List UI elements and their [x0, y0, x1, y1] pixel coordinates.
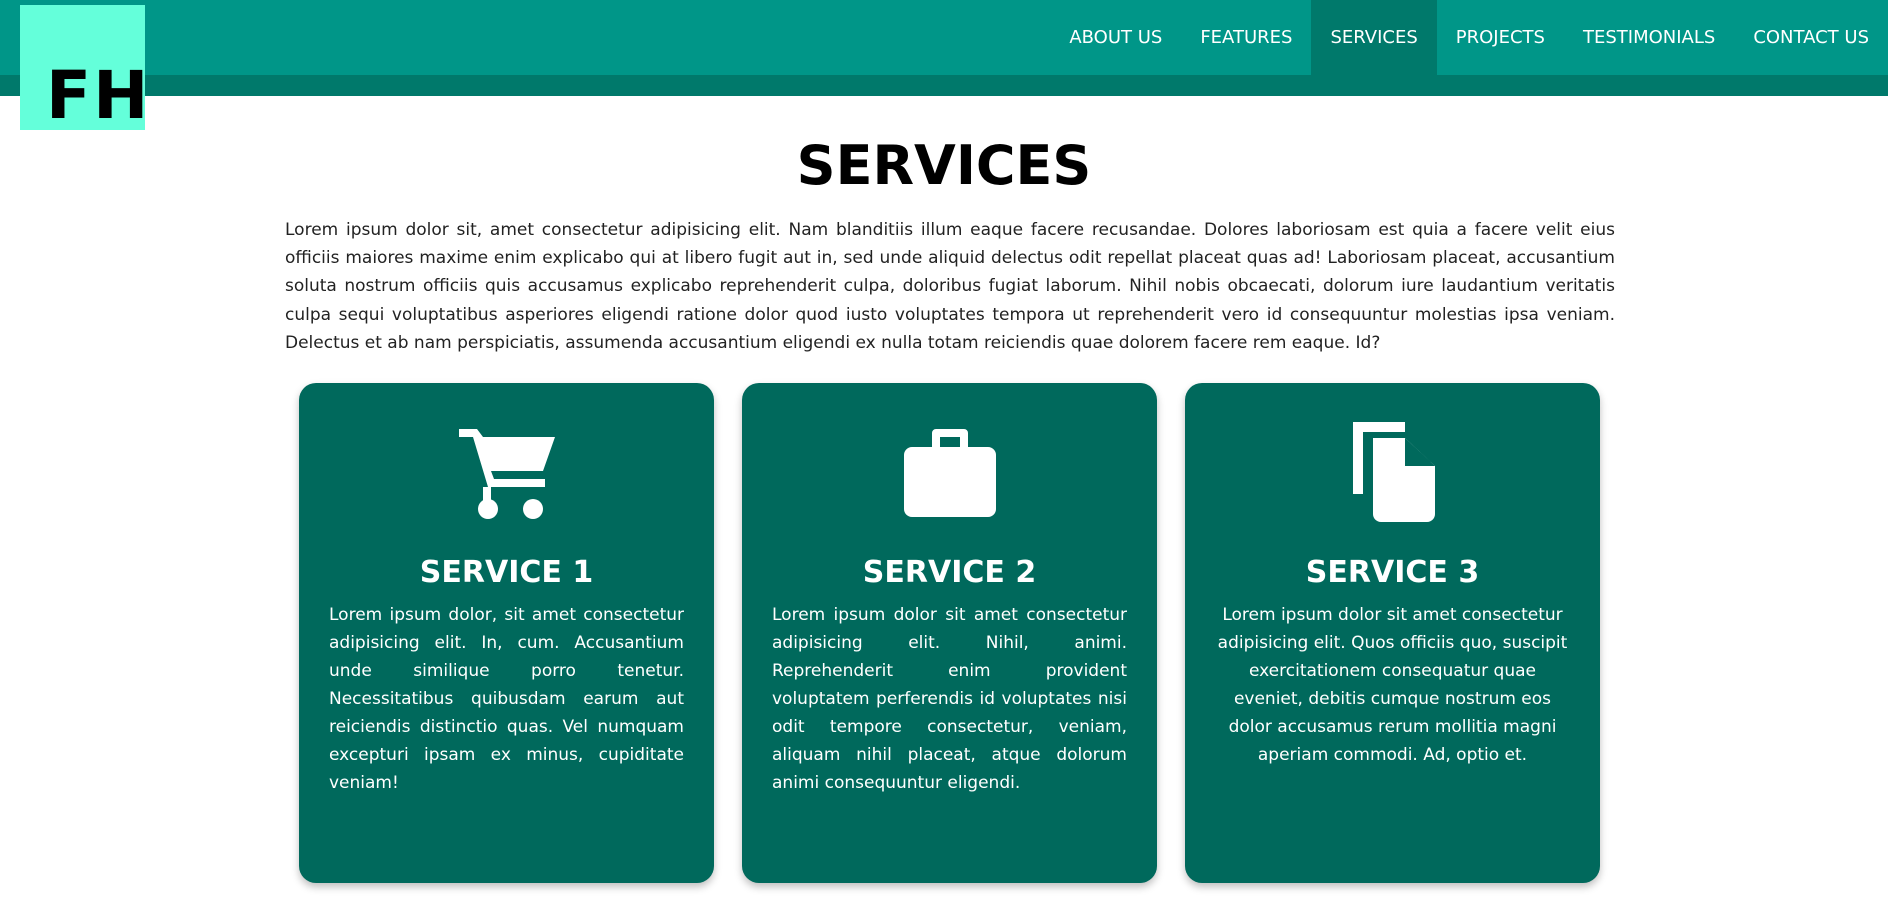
logo-text: FH — [46, 57, 151, 134]
service-card-text: Lorem ipsum dolor sit amet consectetur a… — [1217, 605, 1568, 765]
section-intro: Lorem ipsum dolor sit, amet consectetur … — [285, 220, 1615, 353]
shopping-cart-icon — [299, 418, 714, 528]
nav-item-services[interactable]: SERVICES — [1311, 0, 1437, 75]
site-logo[interactable]: FH — [20, 5, 148, 130]
service-card-title: SERVICE 3 — [1305, 555, 1480, 590]
nav-item-about-us[interactable]: ABOUT US — [1050, 0, 1181, 75]
service-card-title: SERVICE 2 — [862, 555, 1037, 590]
briefcase-icon — [742, 418, 1157, 528]
service-card-title: SERVICE 1 — [419, 555, 594, 590]
nav-item-testimonials[interactable]: TESTIMONIALS — [1564, 0, 1734, 75]
service-card-3: SERVICE 3 Lorem ipsum dolor sit amet con… — [1185, 383, 1600, 883]
service-card-text: Lorem ipsum dolor, sit amet consectetur … — [329, 605, 684, 793]
section-title: SERVICES — [796, 134, 1092, 197]
service-card-2: SERVICE 2 Lorem ipsum dolor sit amet con… — [742, 383, 1157, 883]
main-navigation: ABOUT US FEATURES SERVICES PROJECTS TEST… — [1050, 0, 1888, 75]
nav-item-projects[interactable]: PROJECTS — [1437, 0, 1564, 75]
service-card-text: Lorem ipsum dolor sit amet consectetur a… — [772, 605, 1127, 793]
nav-item-contact-us[interactable]: CONTACT US — [1734, 0, 1888, 75]
nav-item-features[interactable]: FEATURES — [1181, 0, 1311, 75]
copy-document-icon — [1185, 418, 1600, 528]
service-card-1: SERVICE 1 Lorem ipsum dolor, sit amet co… — [299, 383, 714, 883]
navbar-accent-strip — [0, 75, 1888, 96]
